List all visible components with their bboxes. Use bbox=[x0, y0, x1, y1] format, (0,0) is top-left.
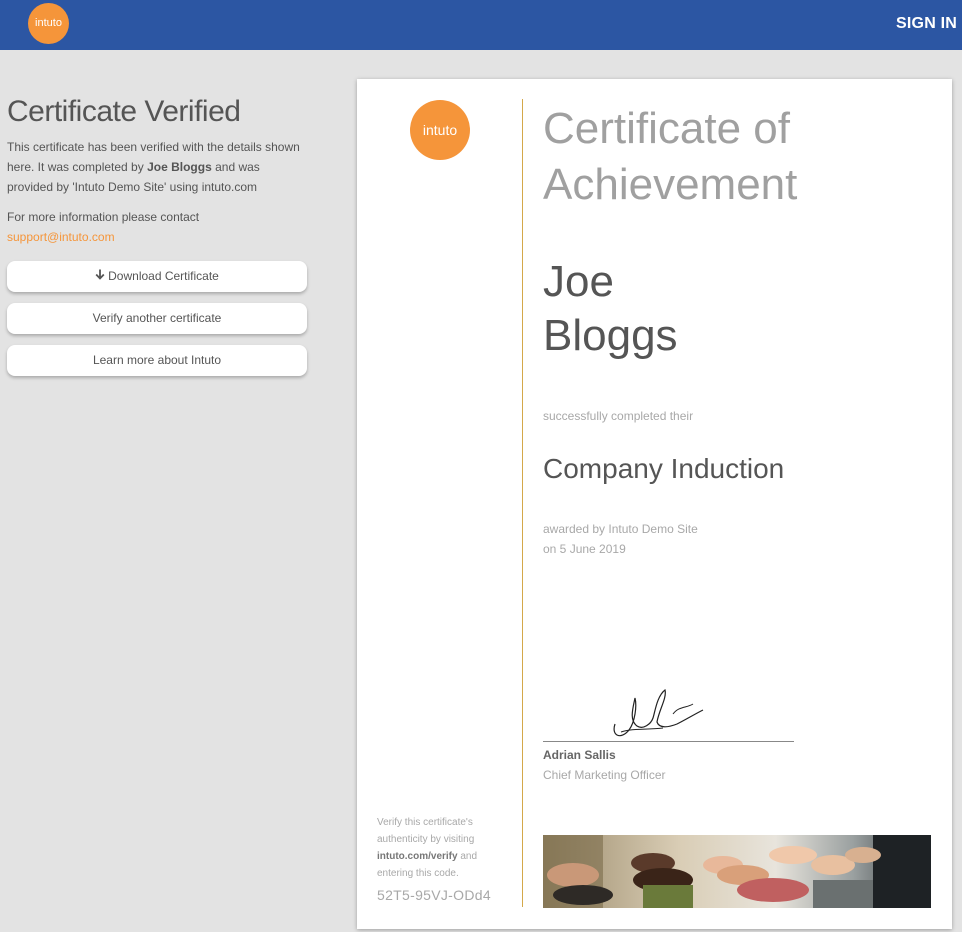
verify-link: intuto.com/verify bbox=[377, 851, 458, 862]
signatory-title: Chief Marketing Officer bbox=[543, 768, 666, 782]
title-line-2: Achievement bbox=[543, 160, 798, 209]
gold-divider bbox=[522, 99, 523, 907]
verify-another-button[interactable]: Verify another certificate bbox=[7, 303, 307, 334]
recipient-last-name: Bloggs bbox=[543, 311, 678, 360]
verification-description: This certificate has been verified with … bbox=[7, 137, 307, 197]
arrow-down-icon bbox=[95, 261, 105, 292]
course-name: Company Induction bbox=[543, 453, 785, 484]
download-label: Download Certificate bbox=[108, 269, 219, 283]
verification-code: 52T5-95VJ-ODd4 bbox=[377, 887, 491, 903]
signature-graphic bbox=[613, 688, 704, 737]
certificate-title: Certificate of Achievement bbox=[543, 101, 923, 213]
awarded-date: on 5 June 2019 bbox=[543, 542, 626, 556]
recipient-name: Joe Bloggs bbox=[543, 255, 843, 363]
signature-line bbox=[543, 741, 794, 742]
title-line-1: Certificate of bbox=[543, 104, 790, 153]
verify-text-1: Verify this certificate's authenticity b… bbox=[377, 817, 475, 845]
clapping-hands-image bbox=[543, 835, 931, 908]
desc-learner-name: Joe Bloggs bbox=[147, 160, 212, 174]
recipient-first-name: Joe bbox=[543, 257, 614, 306]
awarded-by: awarded by Intuto Demo Site bbox=[543, 522, 698, 536]
support-email-link[interactable]: support@intuto.com bbox=[7, 230, 115, 244]
intuto-logo[interactable]: intuto bbox=[28, 3, 69, 44]
certificate-preview: intuto Certificate of Achievement Joe Bl… bbox=[357, 79, 952, 929]
certificate-logo: intuto bbox=[410, 100, 470, 160]
verification-panel: Certificate Verified This certificate ha… bbox=[7, 95, 307, 376]
contact-text: For more information please contact bbox=[7, 210, 200, 224]
page-title: Certificate Verified bbox=[7, 95, 241, 128]
learn-more-button[interactable]: Learn more about Intuto bbox=[7, 345, 307, 376]
signatory-name: Adrian Sallis bbox=[543, 748, 616, 762]
completed-text: successfully completed their bbox=[543, 409, 694, 423]
verify-instructions: Verify this certificate's authenticity b… bbox=[377, 814, 487, 882]
download-certificate-button[interactable]: Download Certificate bbox=[7, 261, 307, 292]
top-navbar: intuto SIGN IN bbox=[0, 0, 962, 50]
contact-info: For more information please contact supp… bbox=[7, 207, 307, 247]
sign-in-link[interactable]: SIGN IN bbox=[896, 0, 957, 50]
